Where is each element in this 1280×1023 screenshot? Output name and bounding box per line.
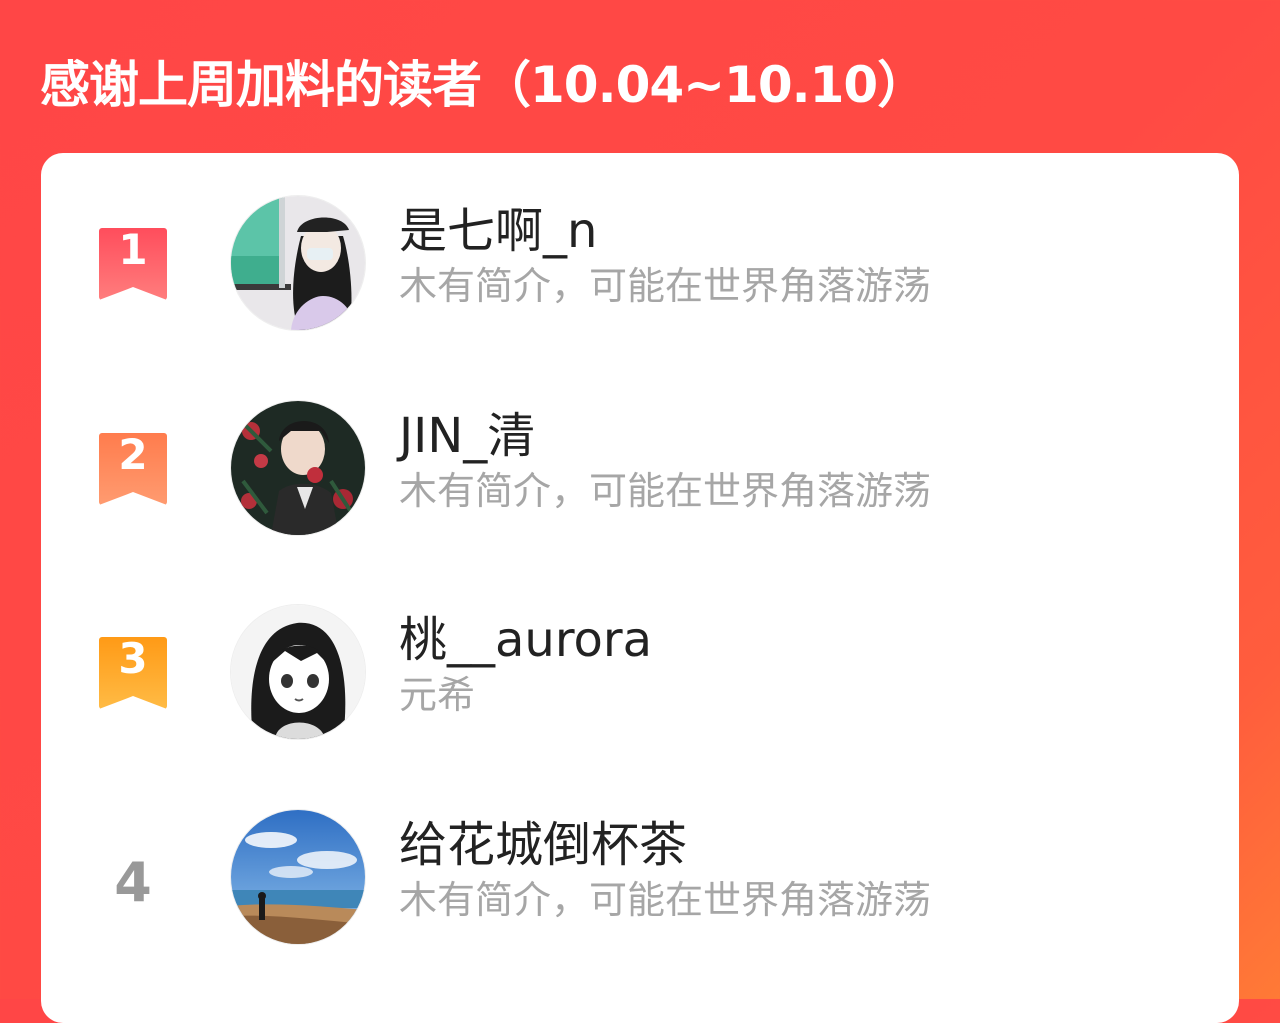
girl-with-cap-avatar[interactable] bbox=[230, 195, 366, 331]
manga-girl-avatar[interactable] bbox=[230, 604, 366, 740]
reader-row[interactable]: 2 JIN_清 木有简介，可能在世界角落游荡 bbox=[41, 400, 1239, 540]
reader-bio: 木有简介，可能在世界角落游荡 bbox=[399, 469, 932, 513]
reader-row[interactable]: 3 桃__aurora 元希 bbox=[41, 604, 1239, 744]
reader-bio: 木有简介，可能在世界角落游荡 bbox=[399, 264, 932, 308]
reader-name[interactable]: 是七啊_n bbox=[399, 201, 597, 261]
rank-2-ribbon-icon: 2 bbox=[99, 433, 167, 505]
rank-number: 4 bbox=[114, 851, 152, 914]
reader-list-card: 1 是七啊_n 木有简介，可能在世界角落游荡 2 JIN_清 木有简介，可能在世… bbox=[41, 153, 1239, 1023]
reader-row[interactable]: 4 给花城倒杯茶 木有简介，可能在世界角落游荡 bbox=[41, 809, 1239, 949]
beach-sky-avatar[interactable] bbox=[230, 809, 366, 945]
rank-1-ribbon-icon: 1 bbox=[99, 228, 167, 300]
reader-bio: 木有简介，可能在世界角落游荡 bbox=[399, 878, 932, 922]
reader-name[interactable]: 桃__aurora bbox=[399, 610, 652, 670]
reader-name[interactable]: JIN_清 bbox=[399, 406, 535, 466]
page-title: 感谢上周加料的读者（10.04~10.10） bbox=[40, 56, 927, 114]
reader-row[interactable]: 1 是七啊_n 木有简介，可能在世界角落游荡 bbox=[41, 195, 1239, 335]
reader-bio: 元希 bbox=[399, 673, 476, 717]
rank-3-ribbon-icon: 3 bbox=[99, 637, 167, 709]
reader-name[interactable]: 给花城倒杯茶 bbox=[399, 815, 687, 875]
man-with-roses-avatar[interactable] bbox=[230, 400, 366, 536]
